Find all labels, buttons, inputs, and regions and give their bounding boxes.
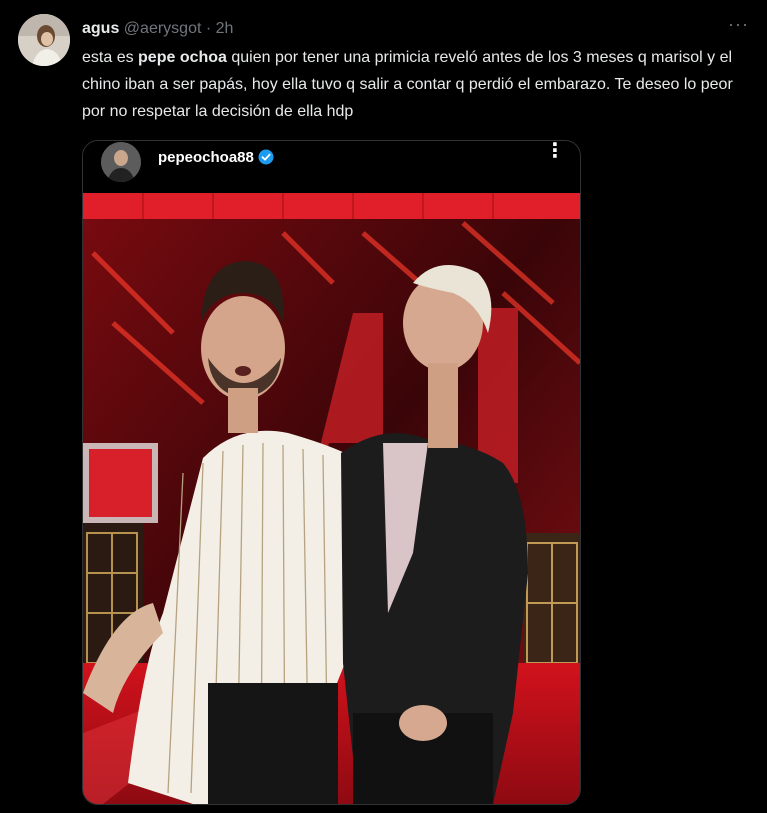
author-handle[interactable]: @aerysgot [124, 20, 202, 37]
tweet-text-before: esta es [82, 49, 139, 66]
embed-username-row: pepeochoa88 [158, 149, 274, 166]
tweet[interactable]: agus @aerysgot · 2h ··· esta es pepe och… [0, 0, 767, 813]
tweet-text: esta es pepe ochoa quien por tener una p… [82, 44, 754, 125]
author-avatar[interactable] [18, 14, 70, 66]
embed-username[interactable]: pepeochoa88 [158, 149, 254, 166]
more-options-icon[interactable]: ··· [728, 14, 749, 35]
embed-avatar[interactable] [101, 142, 141, 182]
embed-header: pepeochoa88 ⋮ [83, 141, 580, 193]
embedded-instagram-post[interactable]: pepeochoa88 ⋮ [82, 140, 581, 805]
tweet-header: agus @aerysgot · 2h [82, 20, 233, 38]
verified-badge-icon [258, 149, 274, 165]
tweet-text-bold: pepe ochoa [138, 49, 227, 66]
timestamp[interactable]: 2h [216, 20, 234, 37]
separator-dot: · [205, 20, 212, 37]
author-name[interactable]: agus [82, 20, 119, 37]
embed-more-icon[interactable]: ⋮ [545, 141, 565, 161]
post-photo[interactable] [83, 193, 580, 804]
